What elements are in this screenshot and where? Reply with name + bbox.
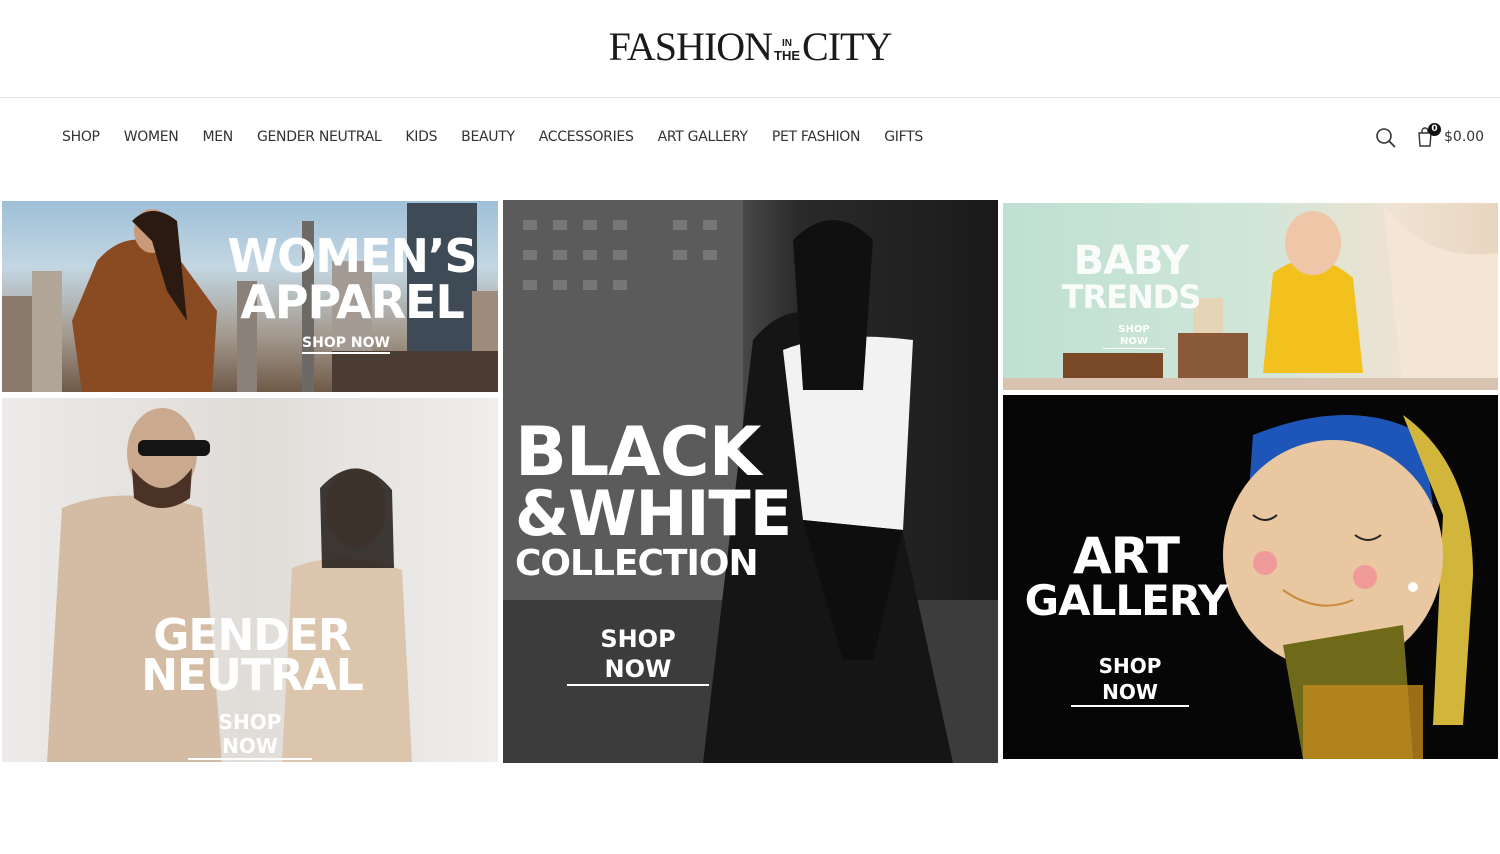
banner-title: GENDER NEUTRAL bbox=[141, 610, 364, 701]
shop-now-link[interactable]: SHOP NOW bbox=[567, 624, 709, 686]
shop-now-link[interactable]: SHOP NOW bbox=[302, 335, 390, 354]
banner-gender-neutral[interactable]: GENDER NEUTRAL SHOP NOW bbox=[2, 398, 498, 762]
nav-item-pet-fashion[interactable]: PET FASHION bbox=[772, 126, 861, 148]
nav-item-beauty[interactable]: BEAUTY bbox=[461, 126, 515, 148]
nav-item-kids[interactable]: KIDS bbox=[405, 126, 437, 148]
shop-now-link[interactable]: SHOP NOW bbox=[1071, 653, 1189, 707]
banner-title: WOMEN’S APPAREL bbox=[227, 229, 477, 329]
main-nav: SHOP WOMEN MEN GENDER NEUTRAL KIDS BEAUT… bbox=[62, 126, 923, 148]
banner-baby-trends[interactable]: BABY TRENDS SHOP NOW bbox=[1003, 203, 1498, 390]
nav-item-accessories[interactable]: ACCESSORIES bbox=[539, 126, 634, 148]
gender-neutral-models-image bbox=[47, 408, 412, 762]
nav-item-gender-neutral[interactable]: GENDER NEUTRAL bbox=[257, 126, 382, 148]
cart-total: $0.00 bbox=[1444, 129, 1485, 145]
shop-now-link[interactable]: SHOP NOW bbox=[188, 710, 312, 760]
shop-now-link[interactable]: SHOP NOW bbox=[1103, 324, 1165, 349]
banner-title: BABY TRENDS bbox=[1061, 238, 1202, 316]
nav-item-art-gallery[interactable]: ART GALLERY bbox=[658, 126, 749, 148]
banner-title: BLACK &WHITE COLLECTION bbox=[515, 413, 792, 584]
logo-in-the: IN THE bbox=[774, 38, 801, 64]
site-header: FASHION IN THE CITY bbox=[0, 0, 1500, 98]
logo-text-fashion: FASHION bbox=[608, 24, 773, 69]
cart-count-badge: 0 bbox=[1428, 123, 1441, 136]
nav-item-gifts[interactable]: GIFTS bbox=[884, 126, 923, 148]
banner-art-gallery[interactable]: ART GALLERY SHOP NOW bbox=[1003, 395, 1498, 759]
banner-womens-apparel[interactable]: WOMEN’S APPAREL SHOP NOW bbox=[2, 201, 498, 392]
banner-black-white-collection[interactable]: BLACK &WHITE COLLECTION SHOP NOW bbox=[503, 200, 998, 763]
nav-item-women[interactable]: WOMEN bbox=[124, 126, 179, 148]
search-icon[interactable] bbox=[1375, 127, 1397, 149]
banner-title: ART GALLERY bbox=[1024, 527, 1229, 625]
site-logo[interactable]: FASHION IN THE CITY bbox=[0, 22, 1500, 72]
nav-item-shop[interactable]: SHOP bbox=[62, 126, 100, 148]
logo-text-city: CITY bbox=[802, 24, 892, 69]
nav-item-men[interactable]: MEN bbox=[202, 126, 233, 148]
